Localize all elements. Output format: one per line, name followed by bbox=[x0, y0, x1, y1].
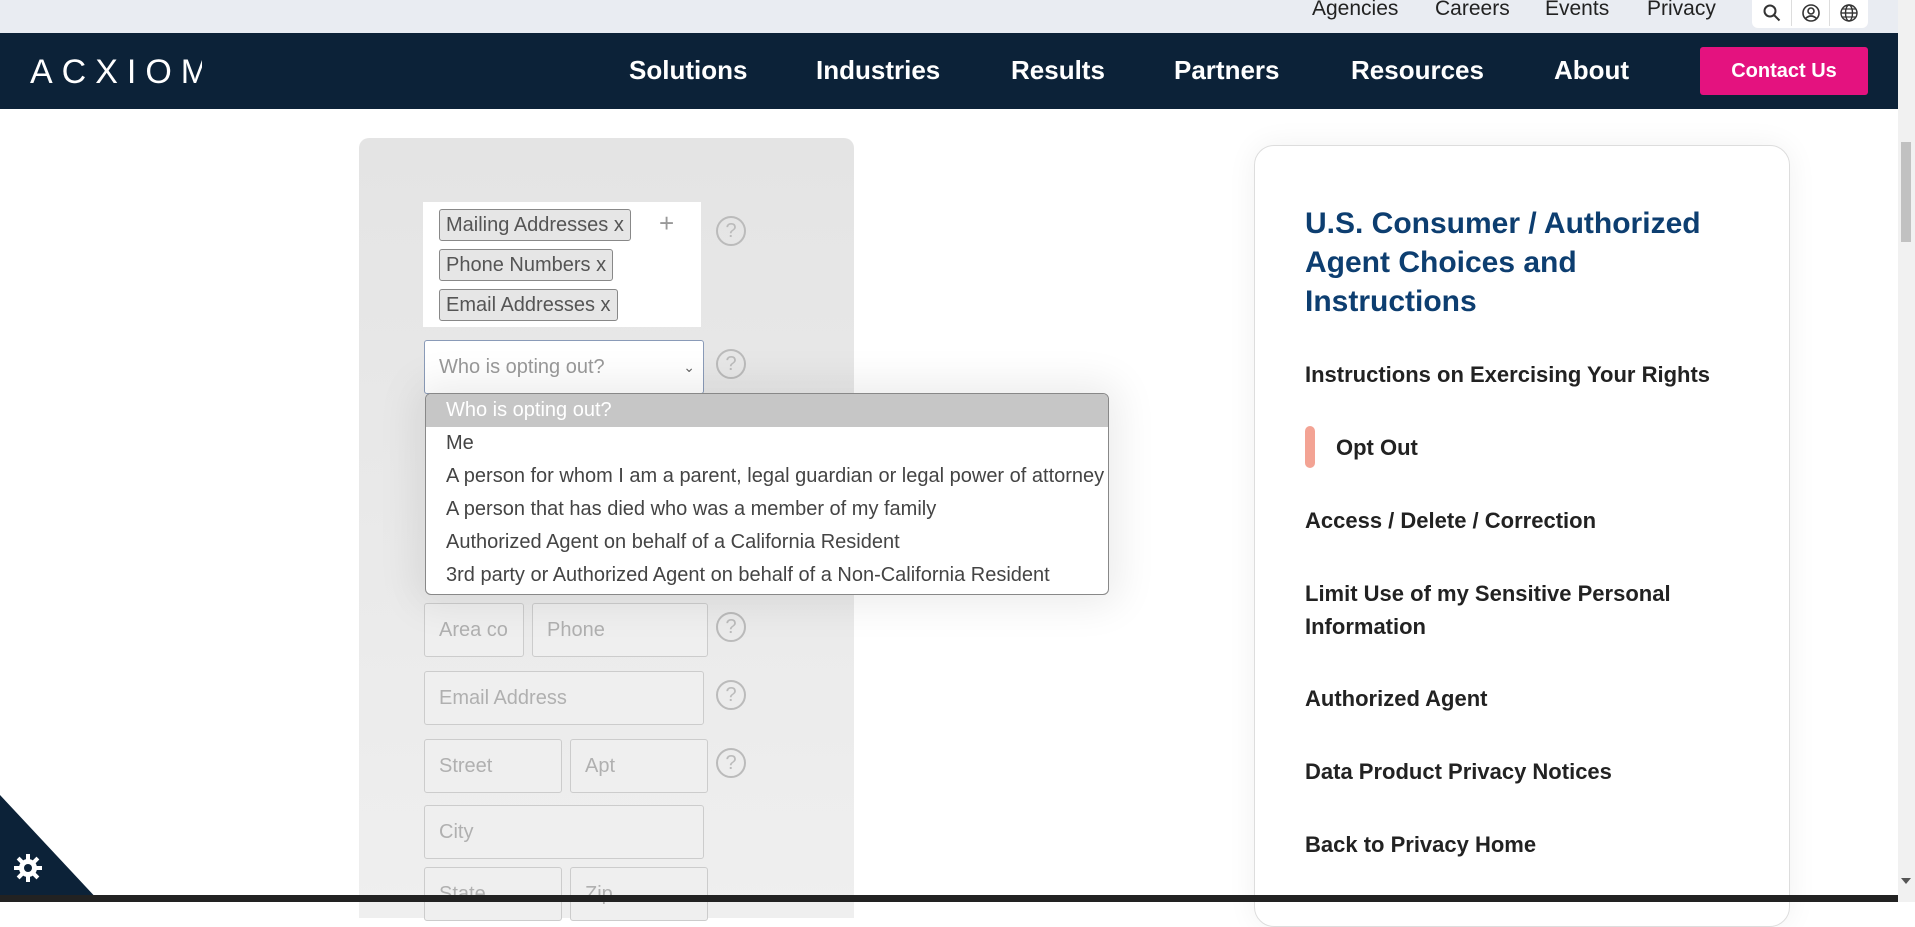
who-opting-out-options: Who is opting out? Me A person for whom … bbox=[425, 393, 1109, 595]
page-scrollbar[interactable] bbox=[1898, 0, 1915, 902]
scrollbar-thumb[interactable] bbox=[1901, 142, 1911, 242]
utility-link-careers[interactable]: Careers bbox=[1435, 0, 1510, 19]
nav-partners[interactable]: Partners bbox=[1174, 55, 1280, 86]
zip-field[interactable]: Zip bbox=[570, 867, 708, 921]
search-icon[interactable] bbox=[1753, 0, 1791, 26]
help-icon[interactable]: ? bbox=[716, 216, 746, 246]
option-placeholder[interactable]: Who is opting out? bbox=[426, 394, 1108, 427]
contact-us-button[interactable]: Contact Us bbox=[1700, 47, 1868, 95]
active-marker bbox=[1305, 426, 1315, 468]
nav-solutions[interactable]: Solutions bbox=[629, 55, 747, 86]
option-parent-guardian[interactable]: A person for whom I am a parent, legal g… bbox=[426, 460, 1108, 493]
account-icon[interactable] bbox=[1791, 0, 1830, 26]
svg-text:ACXIOM: ACXIOM bbox=[30, 53, 202, 89]
nav-results[interactable]: Results bbox=[1011, 55, 1105, 86]
utility-link-agencies[interactable]: Agencies bbox=[1312, 0, 1398, 19]
gear-icon[interactable] bbox=[12, 852, 44, 884]
help-icon[interactable]: ? bbox=[716, 680, 746, 710]
nav-about[interactable]: About bbox=[1554, 55, 1629, 86]
link-opt-out[interactable]: Opt Out bbox=[1336, 431, 1418, 464]
privacy-choices-card: U.S. Consumer / Authorized Agent Choices… bbox=[1254, 145, 1790, 927]
link-authorized-agent[interactable]: Authorized Agent bbox=[1305, 682, 1488, 715]
add-chip-button[interactable]: + bbox=[659, 208, 674, 239]
acxiom-logo[interactable]: ACXIOM bbox=[30, 53, 202, 89]
chevron-down-icon: ⌄ bbox=[683, 359, 695, 375]
chip-phone-numbers[interactable]: Phone Numbers x bbox=[439, 249, 614, 281]
option-deceased-family[interactable]: A person that has died who was a member … bbox=[426, 493, 1108, 526]
phone-field[interactable]: Phone bbox=[532, 603, 708, 657]
scroll-down-arrow[interactable] bbox=[1901, 878, 1911, 884]
globe-icon[interactable] bbox=[1829, 0, 1868, 26]
nav-industries[interactable]: Industries bbox=[816, 55, 940, 86]
option-me[interactable]: Me bbox=[426, 427, 1108, 460]
card-title: U.S. Consumer / Authorized Agent Choices… bbox=[1305, 207, 1701, 318]
state-value: State bbox=[439, 882, 486, 905]
who-opting-out-select[interactable]: Who is opting out? ⌄ bbox=[424, 340, 704, 394]
state-select[interactable]: State ⌄ bbox=[424, 867, 562, 921]
who-opting-out-value: Who is opting out? bbox=[439, 355, 605, 378]
link-access-delete-correction[interactable]: Access / Delete / Correction bbox=[1305, 504, 1596, 537]
utility-bar: Agencies Careers Events Privacy bbox=[0, 0, 1898, 33]
link-back-privacy-home[interactable]: Back to Privacy Home bbox=[1305, 828, 1536, 861]
street-field[interactable]: Street bbox=[424, 739, 562, 793]
chip-email-addresses[interactable]: Email Addresses x bbox=[439, 289, 618, 321]
area-code-field[interactable]: Area co bbox=[424, 603, 524, 657]
city-field[interactable]: City bbox=[424, 805, 704, 859]
option-agent-california[interactable]: Authorized Agent on behalf of a Californ… bbox=[426, 526, 1108, 559]
link-limit-sensitive-info[interactable]: Limit Use of my Sensitive Personal Infor… bbox=[1305, 577, 1725, 643]
nav-resources[interactable]: Resources bbox=[1351, 55, 1484, 86]
chip-mailing-addresses[interactable]: Mailing Addresses x bbox=[439, 209, 631, 241]
help-icon[interactable]: ? bbox=[716, 748, 746, 778]
window-bottom-edge bbox=[0, 895, 1898, 902]
email-field[interactable]: Email Address bbox=[424, 671, 704, 725]
help-icon[interactable]: ? bbox=[716, 349, 746, 379]
main-navbar: ACXIOM Solutions Industries Results Part… bbox=[0, 33, 1898, 109]
utility-link-privacy[interactable]: Privacy bbox=[1647, 0, 1716, 19]
option-agent-non-california[interactable]: 3rd party or Authorized Agent on behalf … bbox=[426, 559, 1108, 592]
help-icon[interactable]: ? bbox=[716, 612, 746, 642]
link-data-product-notices[interactable]: Data Product Privacy Notices bbox=[1305, 755, 1612, 788]
cookie-settings-badge[interactable] bbox=[0, 795, 100, 902]
utility-link-events[interactable]: Events bbox=[1545, 0, 1609, 19]
acxiom-logo-mark: ACXIOM bbox=[30, 53, 202, 89]
link-instructions[interactable]: Instructions on Exercising Your Rights bbox=[1305, 358, 1710, 391]
apt-field[interactable]: Apt bbox=[570, 739, 708, 793]
utility-icon-group bbox=[1752, 0, 1868, 28]
